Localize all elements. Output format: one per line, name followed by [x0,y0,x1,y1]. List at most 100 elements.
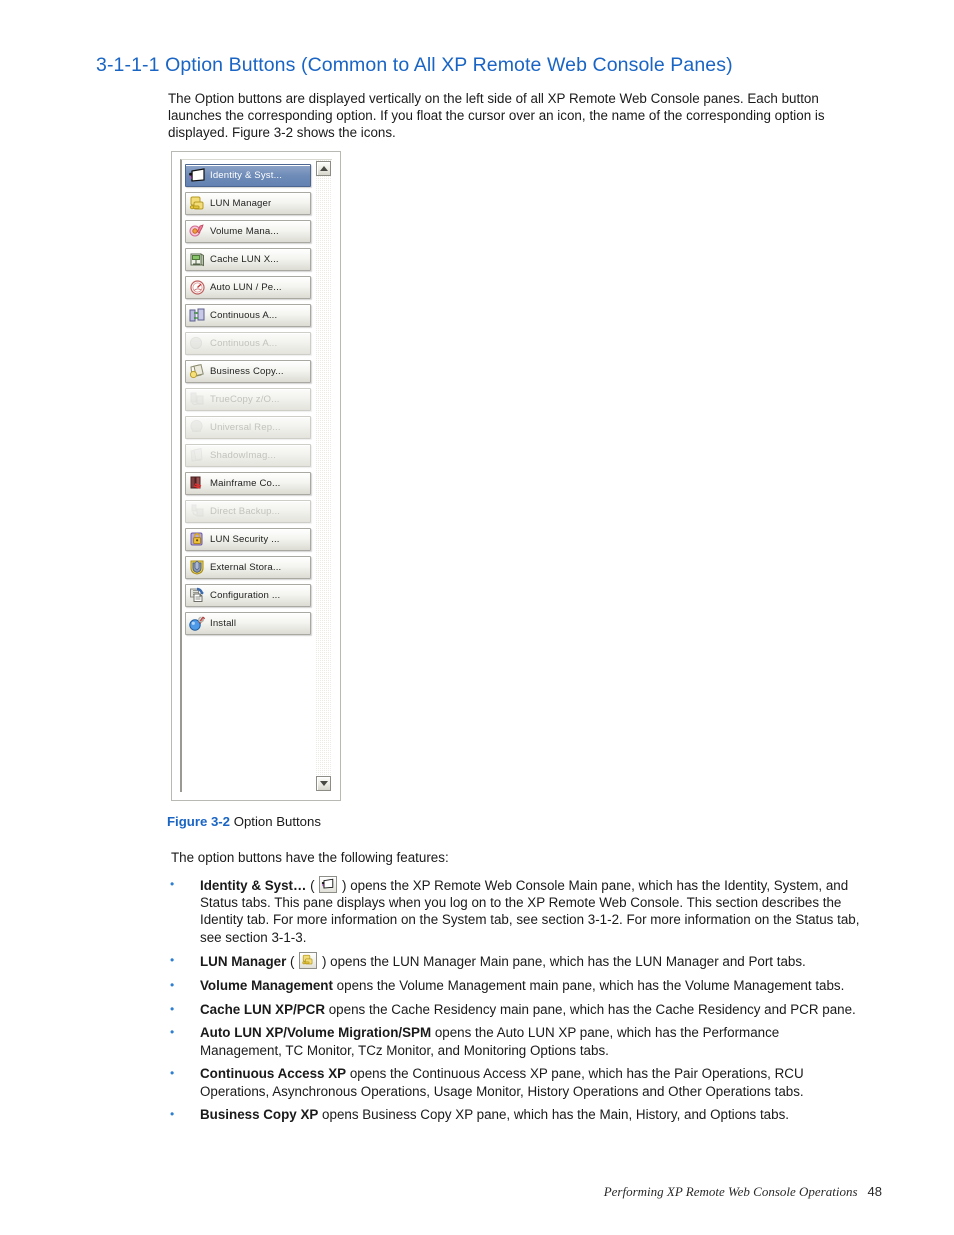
figure-caption: Figure 3-2 Option Buttons [167,814,321,829]
page-number: 48 [867,1184,882,1199]
universal-replicator-icon [188,418,207,437]
business-copy-xp-icon [188,362,207,381]
figure-caption-text: Option Buttons [230,814,321,829]
paren-open: ( [306,878,319,893]
option-button-label: Identity & Syst... [210,170,283,181]
option-button-external-storage[interactable]: External Stora... [185,556,311,579]
features-lead-in: The option buttons have the following fe… [171,850,449,865]
feature-term: Cache LUN XP/PCR [200,1001,326,1017]
option-buttons-panel: Identity & Syst... LUN Manager Volume Mana… [180,159,332,792]
volume-management-icon [188,222,207,241]
option-button-continuous-access-xp-z: Continuous A... [185,332,311,355]
feature-bullet-item: • Business Copy XP opens Business Copy XP… [168,1106,860,1123]
feature-bullet-item: • Identity & Syst… ( ) opens the XP Remot… [168,876,860,946]
bullet-marker-icon: • [170,978,175,993]
feature-bullet-text: Auto LUN XP/Volume Migration/SPM opens t… [200,1024,860,1058]
option-button-configuration[interactable]: Configuration ... [185,584,311,607]
direct-backup-icon [188,502,207,521]
option-button-label: LUN Manager [210,198,272,209]
option-button-label: ShadowImag... [210,450,276,461]
option-button-volume-management[interactable]: Volume Mana... [185,220,311,243]
option-button-mainframe-connection[interactable]: Mainframe Co... [185,472,311,495]
option-button-install[interactable]: Install [185,612,311,635]
option-button-label: Continuous A... [210,310,278,321]
bullet-marker-icon: • [170,953,175,968]
truecopy-zos-icon [188,390,207,409]
lun-manager-icon [188,194,207,213]
feature-term: Business Copy XP [200,1107,319,1123]
option-button-label: Mainframe Co... [210,478,281,489]
option-button-truecopy-zos: TrueCopy z/O... [185,388,311,411]
feature-bullet-item: • Continuous Access XP opens the Continuo… [168,1065,860,1099]
option-button-label: Cache LUN X... [210,254,279,265]
bullet-marker-icon: • [170,1001,175,1016]
feature-term: Auto LUN XP/Volume Migration/SPM [200,1025,432,1041]
feature-term: Identity & Syst… [200,878,307,893]
lun-manager-icon [299,952,318,970]
feature-description: opens Business Copy XP pane, which has t… [318,1107,789,1123]
option-button-lun-manager[interactable]: LUN Manager [185,192,311,215]
auto-lun-performance-icon [188,278,207,297]
external-storage-icon [188,558,207,577]
features-bullet-list: • Identity & Syst… ( ) opens the XP Remot… [168,876,860,1130]
feature-bullet-text: LUN Manager ( ) opens the LUN Manager Ma… [200,952,860,970]
paren-open: ( [286,954,299,970]
feature-bullet-item: • Auto LUN XP/Volume Migration/SPM opens … [168,1024,860,1058]
option-buttons-list: Identity & Syst... LUN Manager Volume Mana… [182,160,314,792]
option-button-label: Universal Rep... [210,422,281,433]
feature-term: Continuous Access XP [200,1066,347,1082]
feature-bullet-text: Business Copy XP opens Business Copy XP … [200,1106,860,1123]
figure-number: Figure 3-2 [167,814,231,829]
feature-term: Volume Management [200,978,333,994]
feature-bullet-item: • LUN Manager ( ) opens the LUN Manager M… [168,952,860,970]
option-button-label: Install [210,618,237,629]
bullet-marker-icon: • [170,1107,175,1122]
feature-term: LUN Manager [200,954,287,970]
option-button-auto-lun-performance[interactable]: Auto LUN / Pe... [185,276,311,299]
scroll-down-arrow-icon[interactable] [316,776,331,791]
feature-description: opens the Volume Management main pane, w… [332,978,845,994]
option-button-label: Configuration ... [210,590,281,601]
option-button-label: Direct Backup... [210,506,281,517]
option-button-label: Continuous A... [210,338,278,349]
scroll-up-arrow-icon[interactable] [316,161,331,176]
intro-paragraph: The Option buttons are displayed vertica… [168,91,825,141]
feature-bullet-text: Identity & Syst… ( ) opens the XP Remote… [200,876,860,946]
feature-bullet-text: Cache LUN XP/PCR opens the Cache Residen… [200,1001,860,1018]
option-button-business-copy-xp[interactable]: Business Copy... [185,360,311,383]
option-button-direct-backup: Direct Backup... [185,500,311,523]
lun-security-icon [188,530,207,549]
option-button-label: Auto LUN / Pe... [210,282,282,293]
option-button-label: LUN Security ... [210,534,280,545]
continuous-access-xp-z-icon [188,334,207,353]
identity-system-icon [319,876,338,893]
feature-description: ) opens the LUN Manager Main pane, which… [318,954,806,970]
option-button-shadowimage: ShadowImag... [185,444,311,467]
option-button-universal-replicator: Universal Rep... [185,416,311,439]
option-button-label: TrueCopy z/O... [210,394,280,405]
bullet-marker-icon: • [170,1066,175,1081]
shadowimage-icon [188,446,207,465]
bullet-marker-icon: • [170,877,175,891]
feature-bullet-text: Continuous Access XP opens the Continuou… [200,1065,860,1099]
option-buttons-figure: Identity & Syst... LUN Manager Volume Mana… [171,151,341,801]
feature-bullet-item: • Volume Management opens the Volume Mana… [168,977,860,994]
mainframe-connection-icon [188,474,207,493]
option-button-cache-lun-xp[interactable]: Cache LUN X... [185,248,311,271]
option-button-continuous-access-xp[interactable]: Continuous A... [185,304,311,327]
feature-description: opens the Cache Residency main pane, whi… [325,1001,856,1017]
install-icon [188,614,207,633]
identity-system-icon [188,166,207,185]
option-button-label: External Stora... [210,562,282,573]
option-button-label: Volume Mana... [210,226,279,237]
option-button-identity-system[interactable]: Identity & Syst... [185,164,311,187]
configuration-icon [188,586,207,605]
continuous-access-xp-icon [188,306,207,325]
option-button-lun-security[interactable]: LUN Security ... [185,528,311,551]
feature-bullet-item: • Cache LUN XP/PCR opens the Cache Reside… [168,1001,860,1018]
footer-text: Performing XP Remote Web Console Operati… [603,1184,858,1199]
bullet-marker-icon: • [170,1025,175,1040]
vertical-scrollbar[interactable] [314,160,332,792]
option-button-label: Business Copy... [210,366,284,377]
feature-bullet-text: Volume Management opens the Volume Manag… [200,977,860,994]
